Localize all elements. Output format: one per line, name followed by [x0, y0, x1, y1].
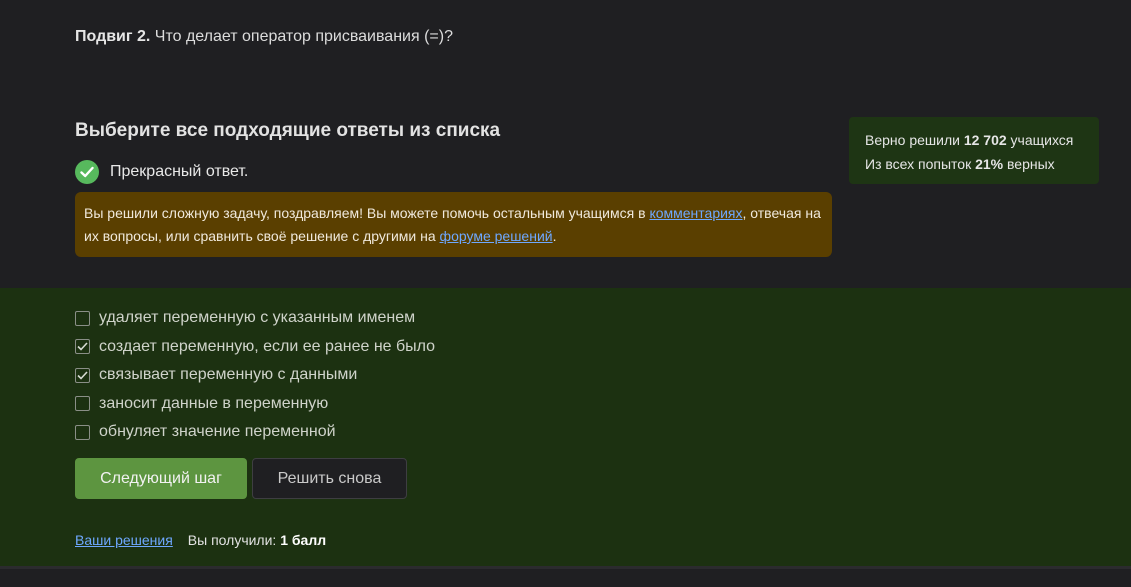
question-title: Подвиг 2. Что делает оператор присваиван…: [75, 28, 453, 46]
instruction-heading: Выберите все подходящие ответы из списка: [75, 120, 501, 141]
stats-solved-prefix: Верно решили: [865, 132, 964, 148]
page: Подвиг 2. Что делает оператор присваиван…: [0, 0, 1131, 587]
comments-link[interactable]: комментариях: [649, 205, 742, 221]
checkbox-checked[interactable]: [75, 367, 90, 383]
stats-percent-value: 21%: [975, 156, 1004, 172]
checkmark-icon: [77, 342, 88, 351]
checkbox[interactable]: [75, 396, 90, 412]
answers-area: удаляет переменную с указанным именем со…: [0, 288, 1131, 566]
stats-solved-suffix: учащихся: [1006, 132, 1074, 148]
stats-percent-prefix: Из всех попыток: [865, 156, 976, 172]
answer-option[interactable]: заносит данные в переменную: [75, 390, 435, 419]
notice-text-after: .: [552, 228, 557, 244]
notice-text-before: Вы решили сложную задачу, поздравляем! В…: [84, 205, 650, 221]
answer-option[interactable]: удаляет переменную с указанным именем: [75, 304, 435, 333]
answer-option-label: удаляет переменную с указанным именем: [99, 309, 416, 327]
answer-option-label: создает переменную, если ее ранее не был…: [99, 337, 436, 355]
score-text: Вы получили: 1 балл: [188, 532, 326, 548]
stats-percent-suffix: верных: [1003, 156, 1055, 172]
answer-option-label: обнуляет значение переменной: [99, 423, 336, 441]
answer-option-label: заносит данные в переменную: [99, 394, 329, 412]
answer-option[interactable]: создает переменную, если ее ранее не был…: [75, 333, 435, 362]
checkbox[interactable]: [75, 310, 90, 326]
stats-panel: Верно решили 12 702 учащихся Из всех поп…: [849, 117, 1099, 184]
stats-solved-line: Верно решили 12 702 учащихся: [865, 128, 1083, 152]
stats-solved-count: 12 702: [963, 132, 1007, 148]
question-number: Подвиг 2.: [75, 28, 151, 45]
answer-options-list: удаляет переменную с указанным именем со…: [75, 304, 435, 447]
score-value: 1 балл: [280, 532, 327, 548]
result-status: Прекрасный ответ.: [75, 160, 248, 184]
result-text: Прекрасный ответ.: [110, 163, 249, 180]
checkbox[interactable]: [75, 424, 90, 440]
score-prefix: Вы получили:: [187, 532, 281, 548]
answer-option[interactable]: обнуляет значение переменной: [75, 418, 435, 447]
check-circle-icon: [75, 160, 99, 184]
answer-option[interactable]: связывает переменную с данными: [75, 361, 435, 390]
success-notice: Вы решили сложную задачу, поздравляем! В…: [75, 192, 832, 257]
checkmark-icon: [77, 371, 88, 380]
question-text: Что делает оператор присваивания (=)?: [150, 28, 453, 45]
solve-again-button[interactable]: Решить снова: [252, 458, 407, 499]
solutions-forum-link[interactable]: форуме решений: [440, 228, 553, 244]
submission-footer: Ваши решения Вы получили: 1 балл: [75, 532, 326, 548]
answer-option-label: связывает переменную с данными: [99, 366, 358, 384]
checkbox-checked[interactable]: [75, 339, 90, 355]
bottom-divider: [0, 566, 1131, 587]
stats-percent-line: Из всех попыток 21% верных: [865, 152, 1083, 176]
next-step-button[interactable]: Следующий шаг: [75, 458, 247, 499]
your-solutions-link[interactable]: Ваши решения: [75, 532, 173, 548]
